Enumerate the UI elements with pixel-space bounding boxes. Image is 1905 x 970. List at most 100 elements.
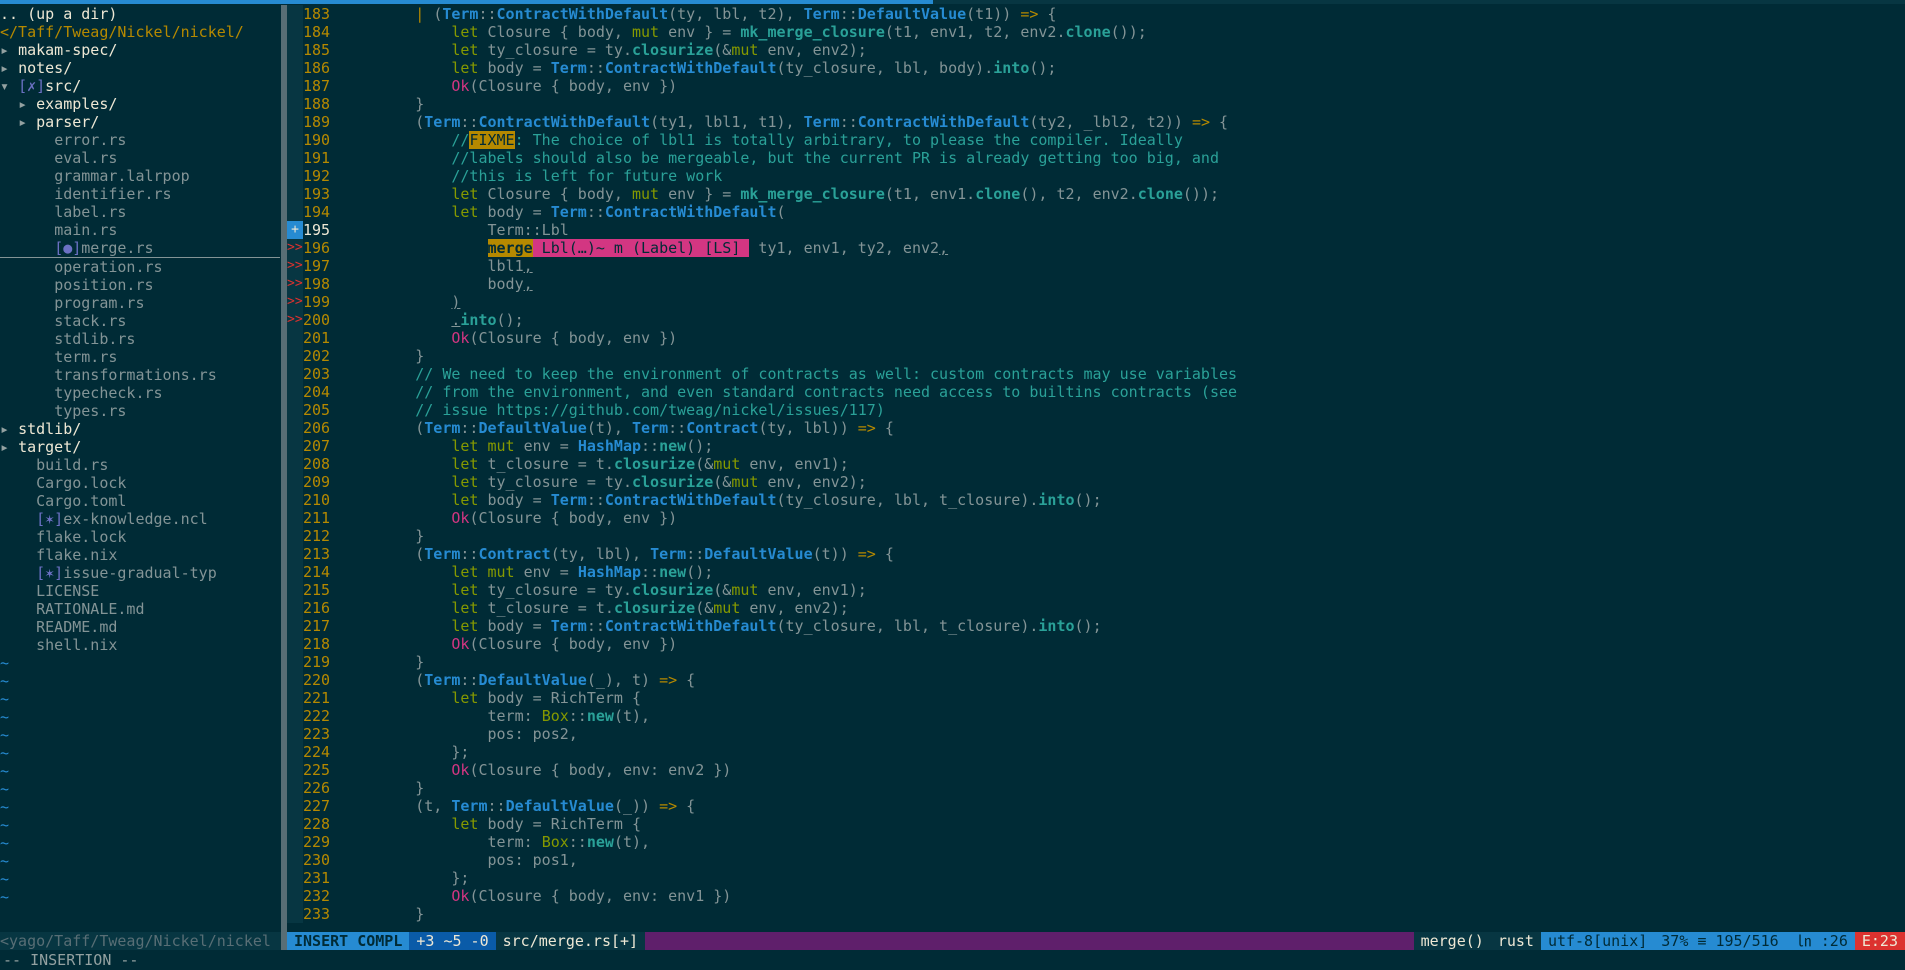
tree-file-name[interactable]: types.rs xyxy=(54,402,126,420)
code-line[interactable]: 184 let Closure { body, mut env } = mk_m… xyxy=(287,23,1905,41)
code-line[interactable]: 194 let body = Term::ContractWithDefault… xyxy=(287,203,1905,221)
line-text[interactable]: (Term::ContractWithDefault(ty1, lbl1, t1… xyxy=(337,113,1228,131)
tree-file-name[interactable]: build.rs xyxy=(36,456,108,474)
code-line[interactable]: 205 // issue https://github.com/tweag/ni… xyxy=(287,401,1905,419)
code-editor[interactable]: 183 | (Term::ContractWithDefault(ty, lbl… xyxy=(287,5,1905,932)
line-text[interactable]: } xyxy=(337,95,424,113)
tree-row[interactable]: position.rs xyxy=(0,276,280,294)
tree-file-name[interactable]: error.rs xyxy=(54,131,126,149)
line-text[interactable]: } xyxy=(337,653,424,671)
tree-file-name[interactable]: stdlib.rs xyxy=(54,330,135,348)
tree-folder-name[interactable]: makam-spec/ xyxy=(18,41,117,59)
code-line[interactable]: 201 Ok(Closure { body, env }) xyxy=(287,329,1905,347)
tree-row[interactable]: ▸ target/ xyxy=(0,438,280,456)
line-text[interactable]: // We need to keep the environment of co… xyxy=(337,365,1237,383)
tree-row[interactable]: LICENSE xyxy=(0,582,280,600)
line-text[interactable]: }; xyxy=(337,743,469,761)
tree-row[interactable]: stack.rs xyxy=(0,312,280,330)
tree-row[interactable]: ▸ examples/ xyxy=(0,95,280,113)
tree-folder-name[interactable]: examples/ xyxy=(36,95,117,113)
tree-folder-name[interactable]: notes/ xyxy=(18,59,72,77)
tree-up-dir[interactable]: .. (up a dir) xyxy=(0,5,117,23)
tree-row[interactable]: Cargo.toml xyxy=(0,492,280,510)
tree-file-name[interactable]: position.rs xyxy=(54,276,153,294)
line-text[interactable]: Term::Lbl xyxy=(337,221,568,239)
line-text[interactable]: // from the environment, and even standa… xyxy=(337,383,1237,401)
line-text[interactable]: let ty_closure = ty.closurize(&mut env, … xyxy=(337,581,866,599)
line-text[interactable]: let t_closure = t.closurize(&mut env, en… xyxy=(337,455,848,473)
tree-folder-name[interactable]: src/ xyxy=(45,77,81,95)
line-text[interactable]: let Closure { body, mut env } = mk_merge… xyxy=(337,23,1146,41)
tree-file-name[interactable]: Cargo.toml xyxy=(36,492,126,510)
line-text[interactable]: //labels should also be mergeable, but t… xyxy=(337,149,1219,167)
tree-row[interactable]: flake.nix xyxy=(0,546,280,564)
completion-popup-item[interactable]: merge xyxy=(487,239,533,257)
tree-row[interactable]: main.rs xyxy=(0,221,280,239)
tree-file-name[interactable]: label.rs xyxy=(54,203,126,221)
code-line[interactable]: 233 } xyxy=(287,905,1905,923)
tree-row[interactable]: ▾ [✗]src/ xyxy=(0,77,280,95)
line-text[interactable]: let body = Term::ContractWithDefault(ty_… xyxy=(337,59,1056,77)
line-text[interactable]: let Closure { body, mut env } = mk_merge… xyxy=(337,185,1219,203)
tree-row[interactable]: ▸ parser/ xyxy=(0,113,280,131)
tree-row[interactable]: types.rs xyxy=(0,402,280,420)
line-text[interactable]: Ok(Closure { body, env }) xyxy=(337,329,677,347)
tree-file-name[interactable]: merge.rs xyxy=(81,239,153,257)
code-line[interactable]: 223 pos: pos2, xyxy=(287,725,1905,743)
code-line[interactable]: 211 Ok(Closure { body, env }) xyxy=(287,509,1905,527)
tree-folder-name[interactable]: target/ xyxy=(18,438,81,456)
tree-file-name[interactable]: grammar.lalrpop xyxy=(54,167,189,185)
tree-row[interactable]: </Taff/Tweag/Nickel/nickel/ xyxy=(0,23,280,41)
tree-row[interactable]: stdlib.rs xyxy=(0,330,280,348)
line-text[interactable]: pos: pos1, xyxy=(337,851,577,869)
tree-file-name[interactable]: flake.nix xyxy=(36,546,117,564)
code-line[interactable]: >> 197 lbl1, xyxy=(287,257,1905,275)
code-line[interactable]: 192 //this is left for future work xyxy=(287,167,1905,185)
code-line[interactable]: 212 } xyxy=(287,527,1905,545)
line-text[interactable]: let body = Term::ContractWithDefault(ty_… xyxy=(337,491,1101,509)
tree-file-name[interactable]: Cargo.lock xyxy=(36,474,126,492)
tree-row[interactable]: shell.nix xyxy=(0,636,280,654)
tree-row[interactable]: flake.lock xyxy=(0,528,280,546)
code-line[interactable]: 224 }; xyxy=(287,743,1905,761)
tree-file-name[interactable]: identifier.rs xyxy=(54,185,171,203)
line-text[interactable]: let mut env = HashMap::new(); xyxy=(337,563,713,581)
tree-row[interactable]: program.rs xyxy=(0,294,280,312)
code-line[interactable]: 202 } xyxy=(287,347,1905,365)
tree-row[interactable]: Cargo.lock xyxy=(0,474,280,492)
line-text[interactable]: Ok(Closure { body, env }) xyxy=(337,635,677,653)
code-line[interactable]: 221 let body = RichTerm { xyxy=(287,689,1905,707)
line-text[interactable]: (Term::Contract(ty, lbl), Term::DefaultV… xyxy=(337,545,894,563)
code-line[interactable]: 220 (Term::DefaultValue(_), t) => { xyxy=(287,671,1905,689)
tree-file-name[interactable]: flake.lock xyxy=(36,528,126,546)
nerdtree-panel[interactable]: .. (up a dir) </Taff/Tweag/Nickel/nickel/… xyxy=(0,5,280,932)
code-line[interactable]: 183 | (Term::ContractWithDefault(ty, lbl… xyxy=(287,5,1905,23)
tree-file-name[interactable]: transformations.rs xyxy=(54,366,217,384)
tree-row[interactable]: [●]merge.rs xyxy=(0,239,280,258)
line-text[interactable]: } xyxy=(337,779,424,797)
tree-row[interactable]: operation.rs xyxy=(0,258,280,276)
tree-folder-name[interactable]: parser/ xyxy=(36,113,99,131)
line-text[interactable]: Ok(Closure { body, env: env1 }) xyxy=(337,887,731,905)
tree-row[interactable]: ▸ makam-spec/ xyxy=(0,41,280,59)
line-text[interactable]: let ty_closure = ty.closurize(&mut env, … xyxy=(337,473,866,491)
folder-closed-icon[interactable]: ▸ xyxy=(18,95,36,113)
tree-row[interactable]: [✶]ex-knowledge.ncl xyxy=(0,510,280,528)
line-text[interactable]: .into(); xyxy=(337,311,523,329)
line-text[interactable]: let body = RichTerm { xyxy=(337,689,641,707)
line-text[interactable]: merge Lbl(…)~ m (Label) [LS] ty1, env1, … xyxy=(337,239,948,257)
code-line[interactable]: 204 // from the environment, and even st… xyxy=(287,383,1905,401)
line-text[interactable]: } xyxy=(337,347,424,365)
folder-closed-icon[interactable]: ▸ xyxy=(0,41,18,59)
tree-row[interactable]: term.rs xyxy=(0,348,280,366)
code-line[interactable]: 208 let t_closure = t.closurize(&mut env… xyxy=(287,455,1905,473)
line-text[interactable]: | (Term::ContractWithDefault(ty, lbl, t2… xyxy=(337,5,1056,23)
line-text[interactable]: pos: pos2, xyxy=(337,725,577,743)
line-text[interactable]: Ok(Closure { body, env }) xyxy=(337,77,677,95)
code-line[interactable]: 191 //labels should also be mergeable, b… xyxy=(287,149,1905,167)
code-line[interactable]: 189 (Term::ContractWithDefault(ty1, lbl1… xyxy=(287,113,1905,131)
line-text[interactable]: //this is left for future work xyxy=(337,167,722,185)
tree-file-name[interactable]: eval.rs xyxy=(54,149,117,167)
line-text[interactable]: lbl1, xyxy=(337,257,532,275)
tree-row[interactable]: build.rs xyxy=(0,456,280,474)
